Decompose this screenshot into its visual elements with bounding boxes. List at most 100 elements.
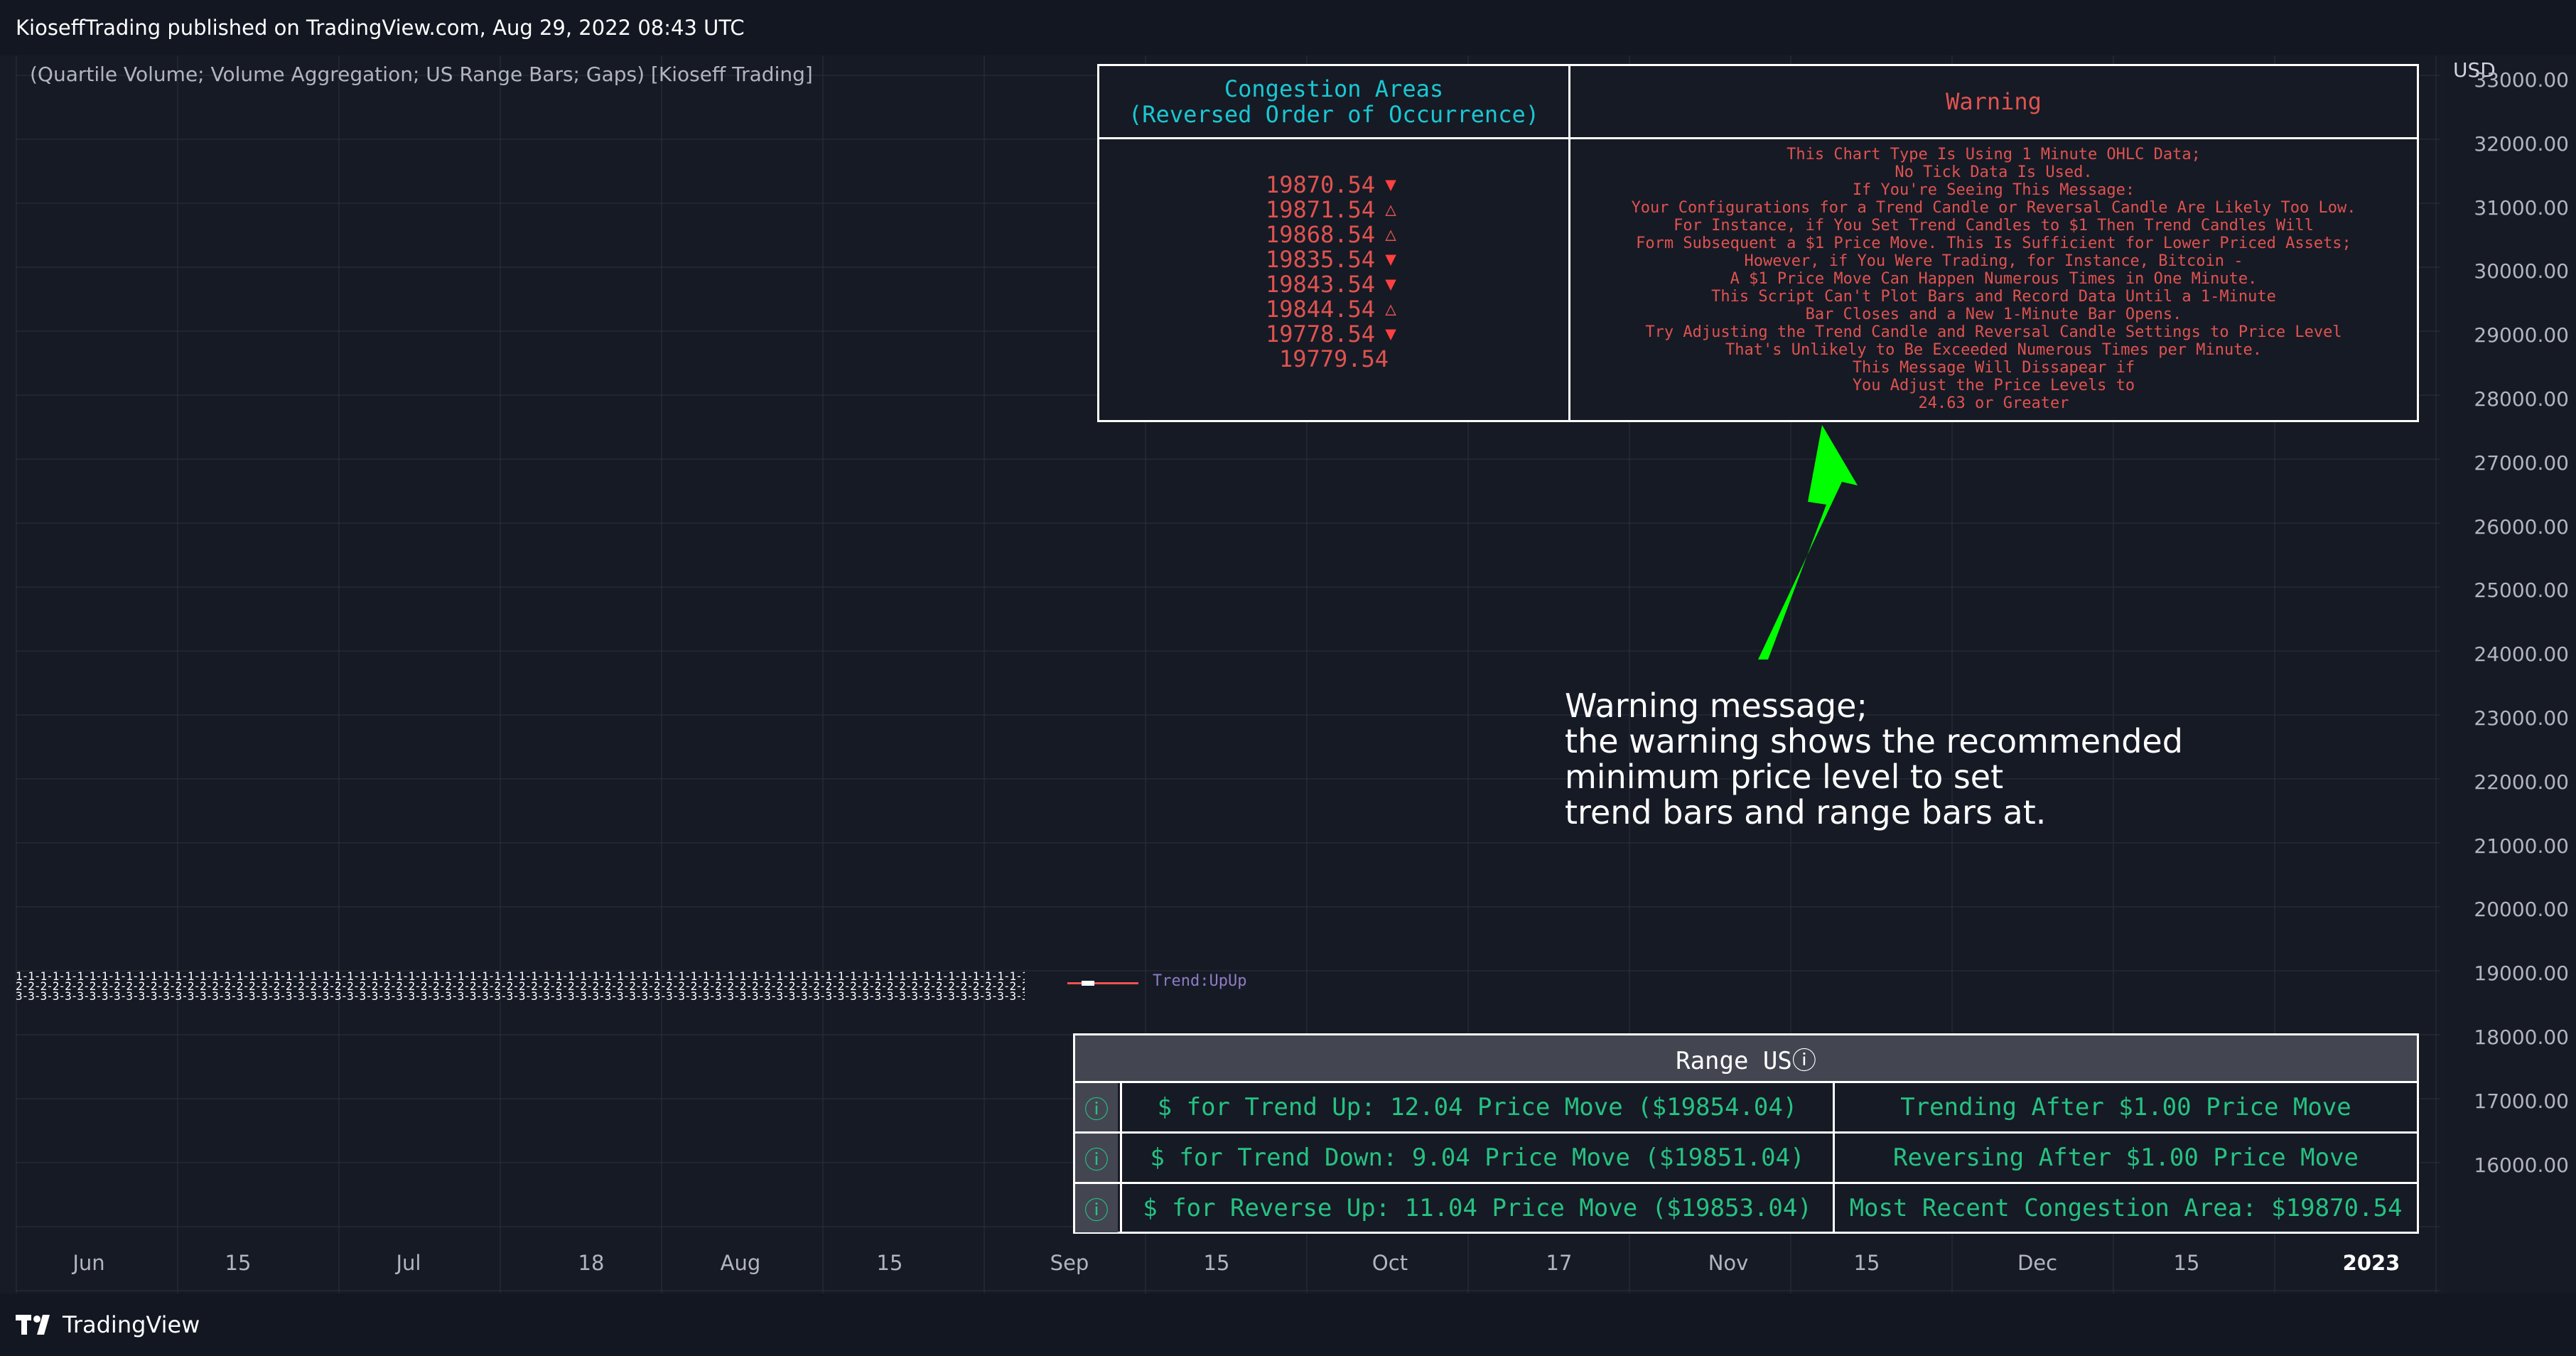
warning-line: This Message Will Dissapear if — [1852, 359, 2135, 377]
trend-label: Trend:UpUp — [1153, 972, 1247, 990]
price-tick: 21000.00 — [2474, 834, 2569, 858]
annotation-line: trend bars and range bars at. — [1565, 793, 2047, 832]
reverse-up-cell: $ for Reverse Up: 11.04 Price Move ($198… — [1120, 1184, 1833, 1232]
congestion-areas-header: Congestion Areas (Reversed Order of Occu… — [1099, 66, 1568, 137]
congestion-level: 19870.54 ▼ — [1266, 173, 1402, 198]
warning-line: A $1 Price Move Can Happen Numerous Time… — [1730, 270, 2258, 288]
price-tick: 24000.00 — [2474, 642, 2569, 667]
recent-congestion-cell: Most Recent Congestion Area: $19870.54 — [1833, 1184, 2417, 1232]
tradingview-logo-icon — [16, 1315, 50, 1335]
warning-line: Try Adjusting the Trend Candle and Rever… — [1645, 323, 2342, 341]
trend-down-cell: $ for Trend Down: 9.04 Price Move ($1985… — [1120, 1134, 1833, 1182]
time-tick: 2023 — [2342, 1251, 2400, 1275]
price-tick: 23000.00 — [2474, 706, 2569, 730]
price-tick: 32000.00 — [2474, 131, 2569, 156]
triangle-down-icon: ▼ — [1385, 323, 1396, 345]
time-tick: 15 — [2173, 1251, 2200, 1275]
level-price: 19778.54 — [1265, 321, 1376, 348]
arrow-shape — [1758, 425, 1858, 660]
price-tick: 19000.00 — [2474, 962, 2569, 986]
time-tick: Jul — [396, 1251, 421, 1275]
warning-line: This Chart Type Is Using 1 Minute OHLC D… — [1787, 146, 2201, 163]
level-price: 19844.54 — [1265, 296, 1376, 323]
table-divider — [1099, 137, 2417, 139]
footer: TradingView — [0, 1293, 2576, 1356]
table-row: ⓘ $ for Trend Up: 12.04 Price Move ($198… — [1075, 1083, 2417, 1131]
time-tick: 15 — [225, 1251, 252, 1275]
table-row: ⓘ $ for Trend Down: 9.04 Price Move ($19… — [1075, 1134, 2417, 1182]
price-tick: 17000.00 — [2474, 1089, 2569, 1113]
congestion-table: Congestion Areas (Reversed Order of Occu… — [1097, 64, 2419, 422]
level-price: 19779.54 — [1278, 345, 1389, 372]
triangle-down-icon: ▼ — [1385, 174, 1396, 195]
triangle-up-icon: △ — [1385, 224, 1396, 245]
warning-line: That's Unlikely to Be Exceeded Numerous … — [1725, 341, 2262, 359]
congestion-level: 19868.54 △ — [1266, 222, 1402, 247]
info-icon: ⓘ — [1075, 1134, 1118, 1182]
congestion-level: 19843.54 ▼ — [1266, 272, 1402, 297]
price-tick: 29000.00 — [2474, 323, 2569, 348]
price-axis[interactable]: USD 33000.00 32000.00 31000.00 30000.00 2900… — [2445, 55, 2576, 1293]
indicator-label[interactable]: (Quartile Volume; Volume Aggregation; US… — [30, 63, 813, 86]
time-tick: 17 — [1546, 1251, 1573, 1275]
time-tick: Jun — [72, 1251, 105, 1275]
range-table: Range USⓘ ⓘ $ for Trend Up: 12.04 Price … — [1073, 1033, 2419, 1234]
publisher-line: KioseffTrading published on TradingView.… — [16, 16, 745, 40]
chart-area[interactable]: (Quartile Volume; Volume Aggregation; US… — [16, 55, 2440, 1293]
price-tick: 18000.00 — [2474, 1026, 2569, 1049]
triangle-down-icon: ▼ — [1385, 249, 1396, 270]
time-tick: Nov — [1708, 1251, 1749, 1275]
tradingview-logo[interactable]: TradingView — [16, 1311, 200, 1338]
warning-line: Bar Closes and a New 1-Minute Bar Opens. — [1805, 306, 2182, 323]
price-tick: 26000.00 — [2474, 515, 2569, 539]
time-tick: 18 — [578, 1251, 605, 1275]
warning-line: However, if You Were Trading, for Instan… — [1744, 252, 2243, 270]
band-row: 3-3-3-3-3-3-3-3-3-3-3-3-3-3-3-3-3-3-3-3-… — [16, 989, 1025, 1003]
publish-header: KioseffTrading published on TradingView.… — [0, 0, 2576, 55]
congestion-subtitle: (Reversed Order of Occurrence) — [1128, 101, 1539, 128]
time-tick: 15 — [876, 1251, 903, 1275]
price-tick: 16000.00 — [2474, 1153, 2569, 1177]
time-tick: Dec — [2017, 1251, 2058, 1275]
warning-line: For Instance, if You Set Trend Candles t… — [1674, 217, 2314, 235]
time-tick: Sep — [1050, 1251, 1089, 1275]
warning-line: If You're Seeing This Message: — [1852, 181, 2135, 199]
congestion-level: 19835.54 ▼ — [1266, 247, 1402, 272]
price-tick: 22000.00 — [2474, 770, 2569, 794]
time-tick: Aug — [720, 1251, 761, 1275]
range-table-title: Range USⓘ — [1075, 1035, 2417, 1083]
trend-up-cell: $ for Trend Up: 12.04 Price Move ($19854… — [1120, 1083, 1833, 1131]
chart-pane[interactable]: (Quartile Volume; Volume Aggregation; US… — [0, 55, 2576, 1293]
time-tick: 15 — [1203, 1251, 1230, 1275]
level-price: 19870.54 — [1265, 171, 1376, 198]
info-icon: ⓘ — [1075, 1184, 1118, 1232]
triangle-down-icon: ▼ — [1385, 274, 1396, 295]
level-price: 19843.54 — [1265, 271, 1376, 298]
level-price: 19871.54 — [1265, 196, 1376, 223]
congestion-level: 19779.54 — [1279, 347, 1389, 372]
annotation-line: Warning message; — [1565, 687, 1868, 725]
annotation-arrow-icon — [1758, 425, 1858, 660]
congestion-level: 19871.54 △ — [1266, 198, 1402, 222]
annotation-line: minimum price level to set — [1565, 758, 2004, 796]
congestion-levels-list: 19870.54 ▼ 19871.54 △ 19868.54 △ 19835.54 ▼ 1984… — [1099, 173, 1568, 372]
congestion-title: Congestion Areas — [1224, 75, 1444, 102]
warning-header: Warning — [1946, 88, 2042, 115]
table-row: ⓘ $ for Reverse Up: 11.04 Price Move ($1… — [1075, 1184, 2417, 1232]
current-bar-marker — [1082, 981, 1094, 986]
brand-name: TradingView — [63, 1311, 200, 1338]
congestion-level: 19778.54 ▼ — [1266, 322, 1402, 347]
range-bars-band[interactable]: 1-1-1-1-1-1-1-1-1-1-1-1-1-1-1-1-1-1-1-1-… — [16, 969, 1053, 1019]
warning-line: Your Configurations for a Trend Candle o… — [1631, 199, 2356, 217]
reversing-after-cell: Reversing After $1.00 Price Move — [1833, 1134, 2417, 1182]
annotation-line: the warning shows the recommended — [1565, 722, 2183, 760]
warning-line: This Script Can't Plot Bars and Record D… — [1711, 288, 2276, 306]
triangle-up-icon: △ — [1385, 199, 1396, 220]
info-icon: ⓘ — [1075, 1083, 1118, 1131]
price-tick: 20000.00 — [2474, 898, 2569, 922]
warning-line: No Tick Data Is Used. — [1895, 163, 2093, 181]
price-tick: 30000.00 — [2474, 259, 2569, 284]
warning-line: You Adjust the Price Levels to — [1852, 377, 2135, 394]
trend-line — [1067, 982, 1138, 984]
congestion-level: 19844.54 △ — [1266, 297, 1402, 322]
